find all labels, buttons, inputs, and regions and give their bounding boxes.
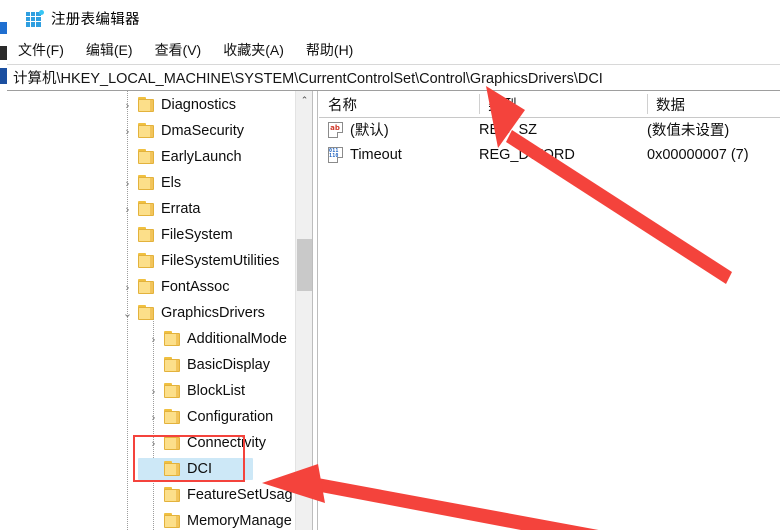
address-bar[interactable]: 计算机\HKEY_LOCAL_MACHINE\SYSTEM\CurrentCon… bbox=[7, 65, 780, 90]
tree-item-filesystem[interactable]: FileSystem bbox=[7, 222, 295, 248]
tree-item-dci[interactable]: DCI bbox=[7, 456, 295, 482]
tree-item-label: Errata bbox=[161, 201, 201, 217]
menu-item-file[interactable]: 文件(F) bbox=[18, 40, 64, 60]
value-data: 0x00000007 (7) bbox=[647, 146, 749, 163]
value-row[interactable]: ab (默认) REG_SZ (数值未设置) bbox=[319, 117, 780, 142]
chevron-down-icon[interactable]: ⌄ bbox=[121, 300, 134, 326]
tree-item-label: FeatureSetUsag bbox=[187, 487, 293, 503]
tree-item-label: Connectivity bbox=[187, 435, 266, 451]
value-row[interactable]: 011 110 Timeout REG_DWORD 0x00000007 (7) bbox=[319, 142, 780, 167]
chevron-right-icon[interactable]: › bbox=[121, 196, 134, 222]
chevron-right-icon[interactable]: › bbox=[147, 430, 160, 456]
folder-icon bbox=[138, 201, 155, 216]
string-value-icon: ab bbox=[328, 122, 343, 138]
tree-item-label: MemoryManage bbox=[187, 513, 292, 529]
tree-item-configuration[interactable]: › Configuration bbox=[7, 404, 295, 430]
tree-item-label: BlockList bbox=[187, 383, 246, 399]
chevron-right-icon[interactable]: › bbox=[147, 404, 160, 430]
tree-item-errata[interactable]: › Errata bbox=[7, 196, 295, 222]
value-type: REG_SZ bbox=[479, 121, 538, 138]
menu-item-edit[interactable]: 编辑(E) bbox=[86, 40, 133, 60]
registry-editor-window: 注册表编辑器 文件(F) 编辑(E) 查看(V) 收藏夹(A) 帮助(H) 计算… bbox=[7, 0, 780, 530]
tree-item-diagnostics[interactable]: › Diagnostics bbox=[7, 92, 295, 118]
scrollbar-thumb[interactable] bbox=[297, 239, 312, 291]
folder-icon bbox=[138, 175, 155, 190]
registry-grid-icon bbox=[26, 9, 44, 27]
tree-item-label: FontAssoc bbox=[161, 279, 230, 295]
menu-bar: 文件(F) 编辑(E) 查看(V) 收藏夹(A) 帮助(H) bbox=[7, 36, 780, 64]
tree-item-label: DCI bbox=[187, 461, 212, 477]
sliver-fragment-2 bbox=[0, 46, 7, 60]
value-list-header: 名称 类型 数据 bbox=[319, 91, 780, 117]
pane-splitter[interactable] bbox=[312, 91, 318, 530]
chevron-right-icon[interactable]: › bbox=[121, 274, 134, 300]
address-bar-path: 计算机\HKEY_LOCAL_MACHINE\SYSTEM\CurrentCon… bbox=[13, 71, 603, 87]
tree-item-dmasecurity[interactable]: › DmaSecurity bbox=[7, 118, 295, 144]
title-bar: 注册表编辑器 bbox=[7, 0, 780, 36]
value-name: Timeout bbox=[350, 146, 402, 163]
folder-icon bbox=[138, 123, 155, 138]
value-list-rows: ab (默认) REG_SZ (数值未设置) 011 110 Timeout REG_DWOR… bbox=[319, 117, 780, 167]
folder-icon bbox=[164, 487, 181, 502]
folder-icon bbox=[164, 461, 181, 476]
folder-icon bbox=[138, 97, 155, 112]
folder-icon bbox=[138, 253, 155, 268]
tree-item-memorymanage[interactable]: MemoryManage bbox=[7, 508, 295, 530]
scroll-up-arrow-icon[interactable]: ⌃ bbox=[296, 91, 312, 110]
tree-item-fontassoc[interactable]: › FontAssoc bbox=[7, 274, 295, 300]
tree-item-basicdisplay[interactable]: BasicDisplay bbox=[7, 352, 295, 378]
tree-item-connectivity[interactable]: › Connectivity bbox=[7, 430, 295, 456]
tree-item-label: Els bbox=[161, 175, 182, 191]
folder-icon bbox=[138, 305, 155, 320]
column-header-type[interactable]: 类型 bbox=[479, 91, 647, 117]
tree-item-label: DmaSecurity bbox=[161, 123, 244, 139]
value-list-pane: 名称 类型 数据 ab (默认) REG_SZ (数值未设置) 011 110 Timeou… bbox=[319, 91, 780, 530]
chevron-right-icon[interactable]: › bbox=[121, 118, 134, 144]
registry-tree-pane: › Diagnostics › DmaSecurity EarlyLaunch › Els ›… bbox=[7, 91, 312, 530]
tree-vertical-scrollbar[interactable]: ⌃ bbox=[295, 91, 312, 530]
tree-item-blocklist[interactable]: › BlockList bbox=[7, 378, 295, 404]
folder-icon bbox=[164, 513, 181, 528]
tree-item-label: GraphicsDrivers bbox=[161, 305, 265, 321]
tree-item-filesystemutilities[interactable]: FileSystemUtilities bbox=[7, 248, 295, 274]
tree-item-additionalmode[interactable]: › AdditionalMode bbox=[7, 326, 295, 352]
column-header-data[interactable]: 数据 bbox=[647, 91, 780, 117]
tree-item-label: Configuration bbox=[187, 409, 274, 425]
tree-item-graphicsdrivers[interactable]: ⌄ GraphicsDrivers bbox=[7, 300, 295, 326]
tree-item-label: BasicDisplay bbox=[187, 357, 270, 373]
value-type: REG_DWORD bbox=[479, 146, 575, 163]
tree-item-els[interactable]: › Els bbox=[7, 170, 295, 196]
menu-item-favorites[interactable]: 收藏夹(A) bbox=[223, 40, 284, 60]
tree-item-label: AdditionalMode bbox=[187, 331, 287, 347]
tree-item-label: FileSystem bbox=[161, 227, 233, 243]
value-name: (默认) bbox=[350, 123, 389, 139]
column-header-name[interactable]: 名称 bbox=[319, 91, 479, 117]
tree-item-label: EarlyLaunch bbox=[161, 149, 242, 165]
dword-value-icon: 011 110 bbox=[328, 147, 343, 163]
folder-icon bbox=[164, 331, 181, 346]
menu-item-view[interactable]: 查看(V) bbox=[155, 40, 202, 60]
tree-item-label: Diagnostics bbox=[161, 97, 236, 113]
folder-icon bbox=[164, 435, 181, 450]
folder-icon bbox=[164, 409, 181, 424]
registry-tree[interactable]: › Diagnostics › DmaSecurity EarlyLaunch › Els ›… bbox=[7, 91, 295, 530]
chevron-right-icon[interactable]: › bbox=[121, 170, 134, 196]
folder-icon bbox=[138, 279, 155, 294]
folder-icon bbox=[138, 149, 155, 164]
menu-item-help[interactable]: 帮助(H) bbox=[306, 40, 353, 60]
value-data: (数值未设置) bbox=[647, 123, 730, 139]
content-area: › Diagnostics › DmaSecurity EarlyLaunch › Els ›… bbox=[7, 91, 780, 530]
sliver-fragment-3 bbox=[0, 68, 7, 84]
window-title: 注册表编辑器 bbox=[51, 11, 140, 28]
chevron-right-icon[interactable]: › bbox=[121, 92, 134, 118]
folder-icon bbox=[164, 383, 181, 398]
folder-icon bbox=[164, 357, 181, 372]
sliver-fragment-1 bbox=[0, 22, 7, 34]
tree-item-featuresetusag[interactable]: FeatureSetUsag bbox=[7, 482, 295, 508]
folder-icon bbox=[138, 227, 155, 242]
chevron-right-icon[interactable]: › bbox=[147, 378, 160, 404]
tree-item-label: FileSystemUtilities bbox=[161, 253, 280, 269]
chevron-right-icon[interactable]: › bbox=[147, 326, 160, 352]
tree-item-earlylaunch[interactable]: EarlyLaunch bbox=[7, 144, 295, 170]
